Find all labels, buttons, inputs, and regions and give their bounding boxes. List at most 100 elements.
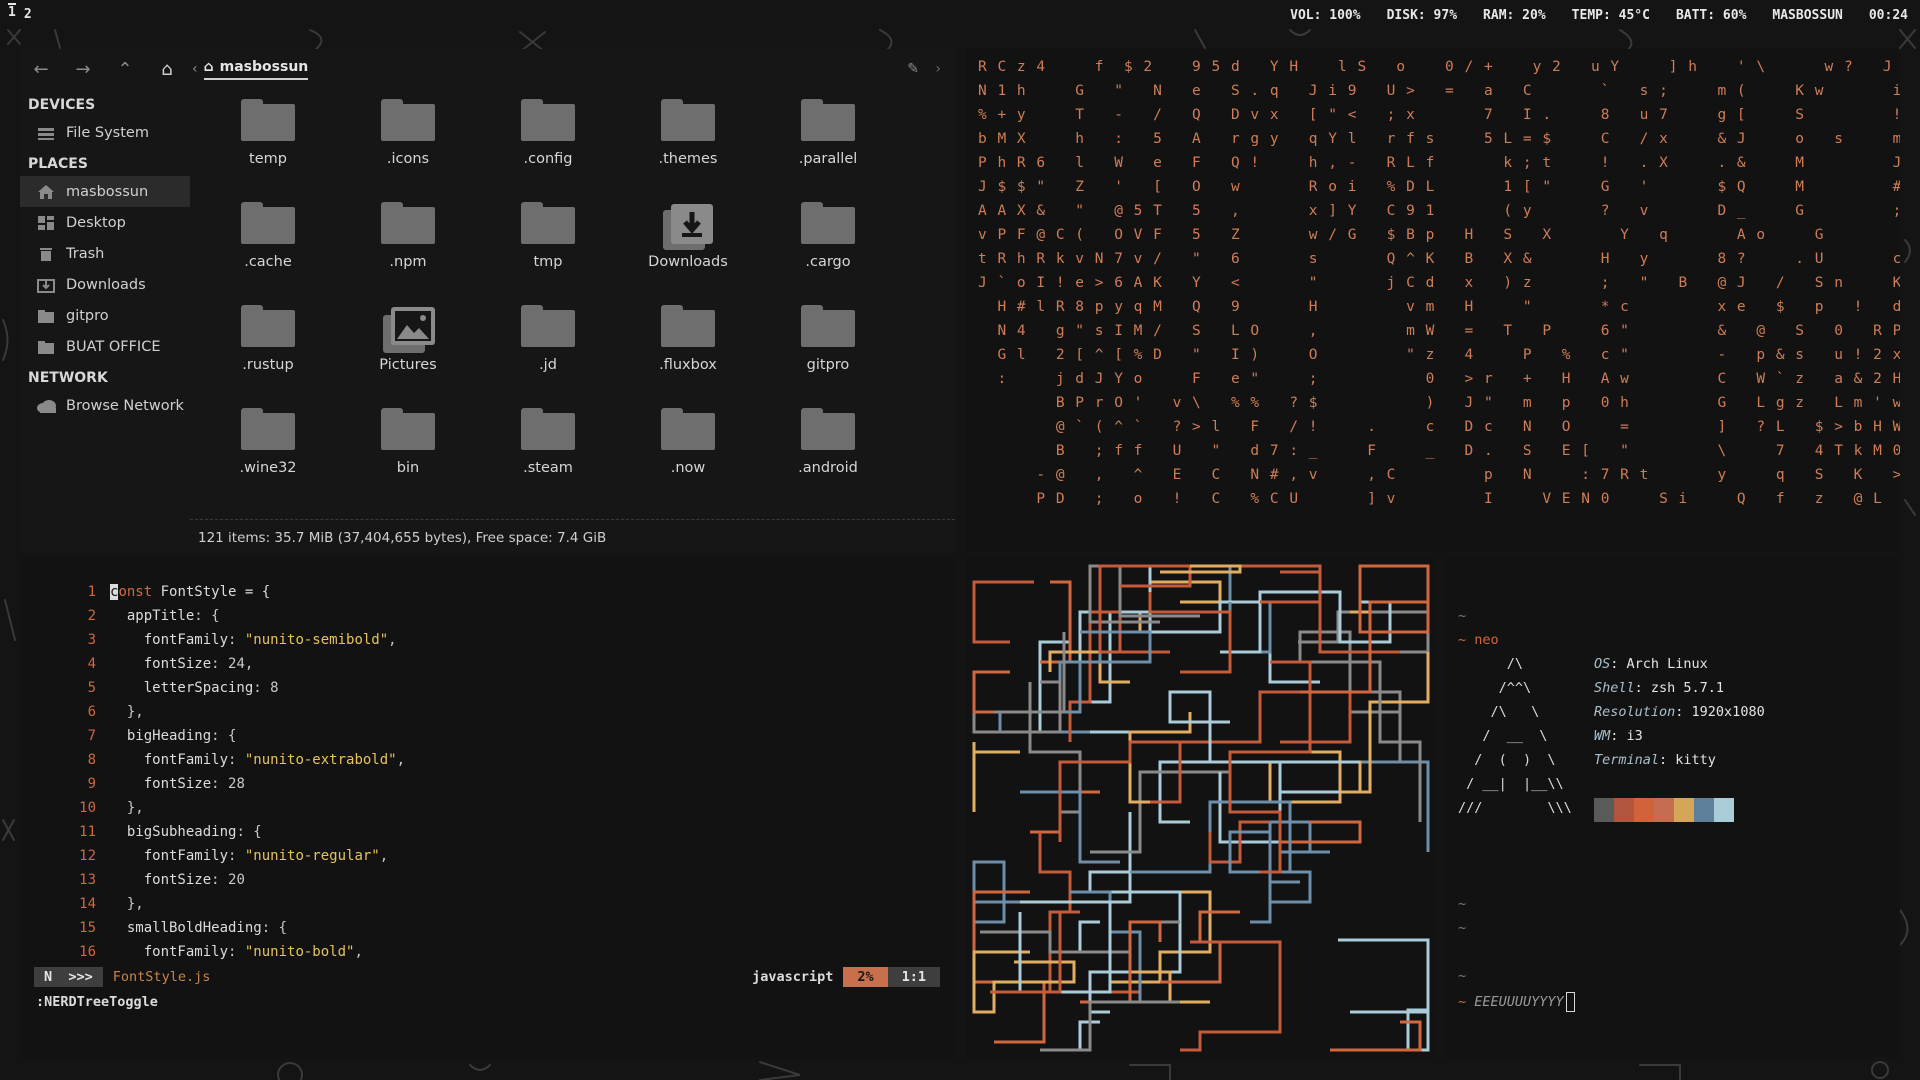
pipe-segment	[1260, 750, 1362, 804]
folder-icon	[36, 339, 56, 355]
command-prompt[interactable]: ~ EEEUUUUYYYY	[1458, 992, 1575, 1012]
code-text: FontStyle = {	[152, 584, 271, 600]
sidebar-item-browse-network[interactable]: Browse Network	[20, 390, 190, 421]
matrix-row: P h R 6 l W e F Q ! h , - R L f k ; t ! …	[978, 155, 1900, 171]
file-item[interactable]: Pictures	[338, 295, 478, 398]
sidebar-item-label: Trash	[66, 245, 105, 262]
sidebar-item-downloads[interactable]: Downloads	[20, 269, 190, 300]
edit-path-icon[interactable]: ✎	[907, 61, 919, 77]
file-item[interactable]: .cargo	[758, 192, 898, 295]
desktop-icon	[36, 215, 56, 231]
code-text: : 20	[211, 872, 245, 888]
matrix-row: B ; f f U " d 7 : _ F _ D . S E [ " \ 7 …	[1055, 443, 1900, 459]
code-text: :	[228, 752, 245, 768]
file-item[interactable]: .jd	[478, 295, 618, 398]
file-item[interactable]: Downloads	[618, 192, 758, 295]
code-buffer[interactable]: 1 const FontStyle = { 2 appTitle: { 3 fo…	[50, 580, 405, 964]
pipe-segment	[972, 890, 1046, 1044]
object-key: fontSize	[143, 656, 212, 672]
matrix-row: t R h R k v N 7 v / " 6 s Q ^ K B X & H …	[978, 251, 1900, 267]
downloads-folder-icon	[661, 202, 715, 254]
ascii-logo-line: / __| |__\\	[1458, 776, 1564, 792]
pipe-segment	[1278, 850, 1330, 874]
folder-icon	[661, 408, 715, 450]
forward-arrow-icon[interactable]: →	[62, 59, 104, 80]
breadcrumb-prev-icon[interactable]: ‹	[192, 61, 198, 77]
sidebar-item-gitpro[interactable]: gitpro	[20, 300, 190, 331]
file-item[interactable]: temp	[198, 89, 338, 192]
breadcrumb-next-icon[interactable]: ›	[935, 61, 941, 77]
file-name: .fluxbox	[659, 357, 717, 373]
string-literal: "nunito-regular"	[244, 848, 380, 864]
sidebar-item-masbossun[interactable]: masbossun	[20, 176, 190, 207]
code-text: : {	[236, 824, 262, 840]
file-item[interactable]: .npm	[338, 192, 478, 295]
file-name: Pictures	[379, 357, 437, 373]
color-swatch	[1594, 798, 1614, 822]
back-arrow-icon[interactable]: ←	[20, 59, 62, 80]
workspace-1[interactable]: 1	[8, 3, 16, 22]
line-number: 15	[79, 920, 96, 936]
code-line: 10 },	[50, 796, 405, 820]
code-text: : {	[261, 920, 288, 936]
file-item[interactable]: .now	[618, 398, 758, 501]
file-name: .now	[670, 460, 706, 476]
folder-icon	[661, 99, 715, 141]
file-item[interactable]: .steam	[478, 398, 618, 501]
vim-editor[interactable]: 1 const FontStyle = { 2 appTitle: { 3 fo…	[20, 558, 955, 1058]
file-item[interactable]: .themes	[618, 89, 758, 192]
prompt-symbol: ~	[1458, 994, 1467, 1010]
up-arrow-icon[interactable]: ⌃	[104, 59, 146, 80]
sidebar-item-label: Downloads	[66, 276, 146, 293]
neofetch-terminal[interactable]: ~ ~ neo /\ /^^\ /\ \ / __ \ / ( ) \ / __…	[1444, 558, 1900, 1058]
file-name: .cargo	[805, 254, 851, 270]
file-item[interactable]: .rustup	[198, 295, 338, 398]
vim-command-line[interactable]: :NERDTreeToggle	[36, 994, 158, 1010]
pipe-segment	[1088, 564, 1200, 624]
keyword: const	[110, 584, 153, 600]
file-item[interactable]: .cache	[198, 192, 338, 295]
pipe-segment	[1080, 920, 1162, 1004]
matrix-row: B P r O ' v \ % % ? $ ) J " m p 0 h G L …	[1055, 395, 1900, 411]
file-item[interactable]: bin	[338, 398, 478, 501]
file-name: .icons	[386, 151, 430, 167]
matrix-rain-terminal: R C z 4 f $ 2 9 5 d Y H l S o 0 / + y 2 …	[966, 49, 1900, 551]
sidebar-item-trash[interactable]: Trash	[20, 238, 190, 269]
breadcrumb[interactable]: ⌂ masbossun	[203, 59, 309, 80]
workspace-2[interactable]: 2	[24, 7, 32, 22]
code-line: 12 fontFamily: "nunito-regular",	[50, 844, 405, 868]
line-number: 9	[87, 776, 96, 792]
file-item[interactable]: .config	[478, 89, 618, 192]
object-key: bigSubheading	[126, 824, 237, 840]
matrix-row: J ` o I ! e > 6 A K Y < " j C d x ) z ; …	[978, 275, 1900, 291]
pipe-segment	[1228, 830, 1312, 924]
file-item[interactable]: gitpro	[758, 295, 898, 398]
code-line: 16 fontFamily: "nunito-bold",	[50, 940, 405, 964]
matrix-row: P D ; o ! C % C U ] v I V E N 0 S i Q f …	[1036, 491, 1883, 507]
file-item[interactable]: .icons	[338, 89, 478, 192]
sidebar-item-file-system[interactable]: File System	[20, 117, 190, 148]
pipe-segment	[1018, 900, 1112, 994]
matrix-row: H # l R 8 p y q M Q 9 H v m H " * c x e …	[997, 299, 1900, 315]
sysinfo-terminal: Terminal: kitty	[1594, 752, 1716, 768]
file-item[interactable]: tmp	[478, 192, 618, 295]
file-item[interactable]: .wine32	[198, 398, 338, 501]
file-item[interactable]: .parallel	[758, 89, 898, 192]
home-icon[interactable]: ⌂	[146, 59, 188, 80]
folder-icon	[521, 99, 575, 141]
object-key: appTitle	[126, 608, 195, 624]
sidebar-item-desktop[interactable]: Desktop	[20, 207, 190, 238]
sysinfo-resolution: Resolution: 1920x1080	[1594, 704, 1765, 720]
prompt-line: ~ neo	[1458, 632, 1499, 648]
sidebar-item-buat-office[interactable]: BUAT OFFICE	[20, 331, 190, 362]
code-line: 8 fontFamily: "nunito-extrabold",	[50, 748, 405, 772]
file-item[interactable]: .fluxbox	[618, 295, 758, 398]
code-text: ,	[388, 632, 397, 648]
file-item[interactable]: .android	[758, 398, 898, 501]
code-line: 1 const FontStyle = {	[50, 580, 405, 604]
